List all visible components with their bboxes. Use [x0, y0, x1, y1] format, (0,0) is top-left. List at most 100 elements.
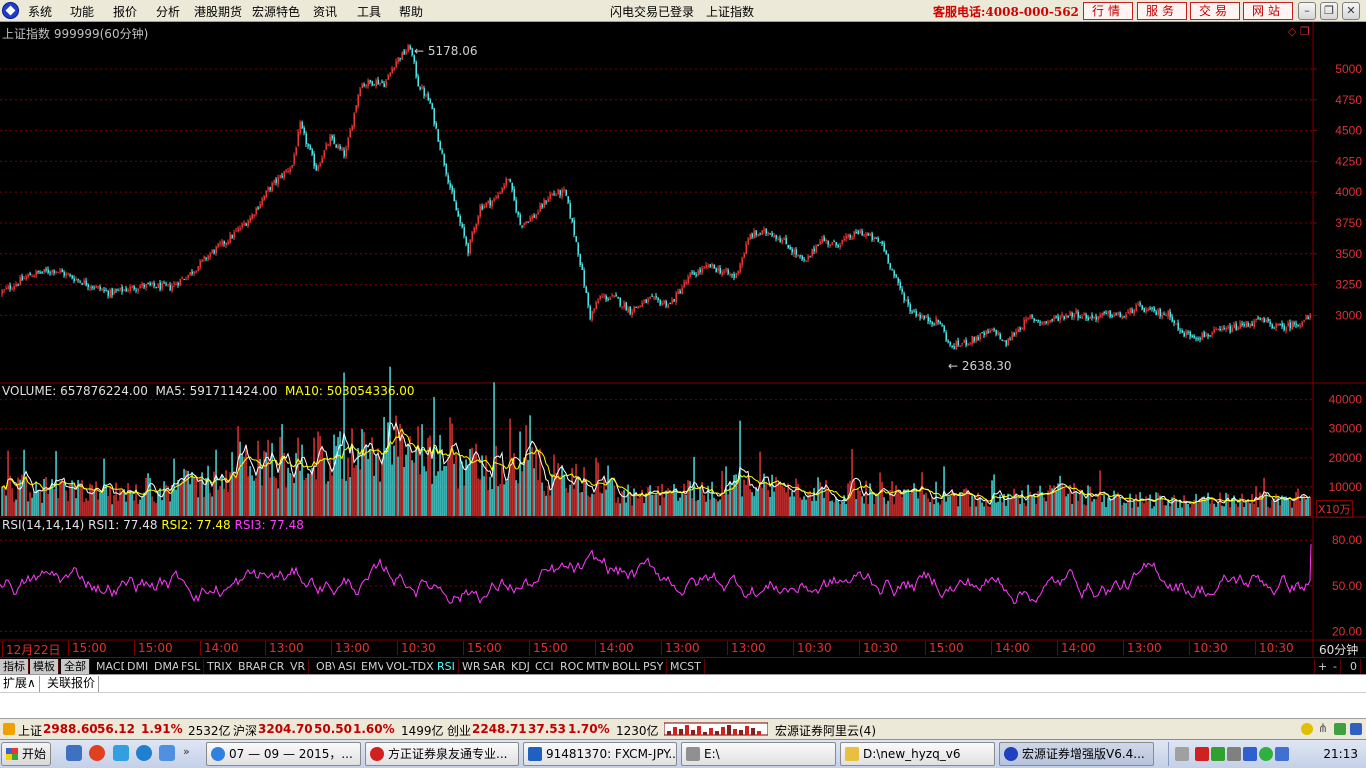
settings-icon[interactable] [1350, 723, 1362, 735]
candle-body [177, 282, 179, 286]
restore-icon[interactable]: ❐ [1320, 2, 1338, 20]
menu-hongyuan[interactable]: 宏源特色 [252, 3, 300, 20]
network-icon[interactable] [1211, 747, 1225, 761]
chart-option-icons[interactable]: ◇ ❐ [1288, 25, 1310, 38]
breadth-segment [667, 731, 671, 735]
candle-body [161, 283, 163, 289]
explorer-icon[interactable] [136, 745, 152, 761]
more-quicklaunch-icon[interactable]: » [183, 745, 199, 761]
media-icon[interactable] [159, 745, 175, 761]
menu-analysis[interactable]: 分析 [156, 3, 180, 20]
hs-index-amount: 1499亿 [401, 724, 444, 738]
chart-area[interactable]: 3000 3250 3500 3750 4000 4250 4500 4750 5000 1000… [0, 22, 1366, 657]
volume-bar [723, 494, 725, 516]
indicator-tab[interactable]: CCI [532, 659, 558, 674]
website-button[interactable]: 网站 [1243, 2, 1293, 20]
indicator-tab[interactable]: BOLL [609, 659, 645, 674]
indicator-tab[interactable]: CR [266, 659, 289, 674]
show-desktop-icon[interactable] [66, 745, 82, 761]
volume-bar [25, 475, 27, 516]
time-axis-label: 10:30 [1255, 641, 1294, 655]
candle-body [165, 283, 167, 285]
period-label[interactable]: 60分钟 [1319, 641, 1358, 658]
candle-body [715, 268, 717, 272]
keyboard-icon[interactable] [1175, 747, 1189, 761]
indicator-tab[interactable]: DMI [124, 659, 153, 674]
volume-bar [661, 483, 663, 516]
candle-body [1255, 318, 1257, 320]
candle-body [501, 188, 503, 193]
task-fxcm[interactable]: 91481370: FXCM-JPY... [523, 742, 677, 766]
market-button[interactable]: 行情 [1083, 2, 1133, 20]
shield-icon[interactable] [1275, 747, 1289, 761]
related-quote-tab[interactable]: 关联报价 [44, 676, 100, 692]
indicator-tab[interactable]: PSY [640, 659, 668, 674]
volume-bar [247, 476, 249, 516]
connection-icon[interactable] [1334, 723, 1346, 735]
indicator-tab[interactable]: KDJ [508, 659, 534, 674]
indicator-tab[interactable]: 全部 [61, 659, 90, 674]
volume-bar [651, 494, 653, 516]
task-hongyuan[interactable]: 宏源证券增强版V6.4... [999, 742, 1154, 766]
app-logo-icon[interactable] [2, 2, 19, 19]
menu-function[interactable]: 功能 [70, 3, 94, 20]
task-folder[interactable]: D:\new_hyzq_v6 [840, 742, 995, 766]
indicator-tab[interactable]: 指标 [0, 659, 29, 674]
start-button[interactable]: 开始 [1, 742, 51, 766]
volume-bar [493, 382, 495, 516]
candle-body [1301, 322, 1303, 326]
service-button[interactable]: 服务 [1137, 2, 1187, 20]
minimize-icon[interactable]: – [1298, 2, 1316, 20]
indicator-tab[interactable]: RSI [434, 659, 459, 674]
trade-button[interactable]: 交易 [1190, 2, 1240, 20]
candle-body [787, 245, 789, 249]
indicator-tab[interactable]: 模板 [30, 659, 59, 674]
candle-body [877, 238, 879, 242]
close-icon[interactable]: ✕ [1342, 2, 1360, 20]
candle-body [599, 295, 601, 300]
menu-help[interactable]: 帮助 [399, 3, 423, 20]
zoom-reset-button[interactable]: 0 [1347, 659, 1361, 674]
menu-system[interactable]: 系统 [28, 3, 52, 20]
zoom-in-button[interactable]: + [1314, 659, 1332, 674]
indicator-tab[interactable]: SAR [480, 659, 510, 674]
candle-body [367, 80, 369, 86]
task-fangzheng[interactable]: 方正证券泉友通专业... [365, 742, 519, 766]
volume-bar [847, 483, 849, 516]
indicator-tab[interactable]: VOL-TDX [383, 659, 438, 674]
indicator-tab[interactable]: MCST [667, 659, 705, 674]
candle-body [127, 290, 129, 292]
bluetooth-icon[interactable] [1243, 747, 1257, 761]
volume-bar [829, 501, 831, 516]
server-name: 宏源证券阿里云(4) [775, 724, 876, 738]
volume-bar [855, 499, 857, 516]
volume-icon[interactable] [1227, 747, 1241, 761]
zoom-out-button[interactable]: - [1330, 659, 1341, 674]
status-lock-icon[interactable] [3, 723, 15, 735]
candle-body [1307, 316, 1309, 320]
alert-icon[interactable] [1301, 723, 1313, 735]
menu-hk-futures[interactable]: 港股期货 [194, 3, 242, 20]
menu-news[interactable]: 资讯 [313, 3, 337, 20]
task-browser[interactable]: 07 — 09 — 2015，... [206, 742, 361, 766]
task-drive-e[interactable]: E:\ [681, 742, 836, 766]
security-icon[interactable] [1259, 747, 1273, 761]
volume-tick-label: 10000 [1329, 480, 1363, 494]
indicator-tab[interactable]: TRIX [204, 659, 237, 674]
volume-bar [75, 498, 77, 516]
indicator-tab[interactable]: VR [287, 659, 310, 674]
menu-tools[interactable]: 工具 [357, 3, 381, 20]
expand-tab[interactable]: 扩展∧ [0, 676, 40, 692]
volume-bar [1027, 484, 1029, 516]
indicator-tab[interactable]: ASI [335, 659, 360, 674]
browser-icon[interactable] [89, 745, 105, 761]
candle-body [473, 227, 475, 233]
ie-icon[interactable] [113, 745, 129, 761]
indicator-tab[interactable]: FSL [178, 659, 205, 674]
volume-bar [1293, 498, 1295, 516]
volume-bar [197, 497, 199, 516]
volume-bar [1065, 496, 1067, 516]
flag-icon[interactable] [1195, 747, 1209, 761]
rsi-title: RSI(14,14,14) [2, 518, 85, 532]
menu-quote[interactable]: 报价 [113, 3, 137, 20]
